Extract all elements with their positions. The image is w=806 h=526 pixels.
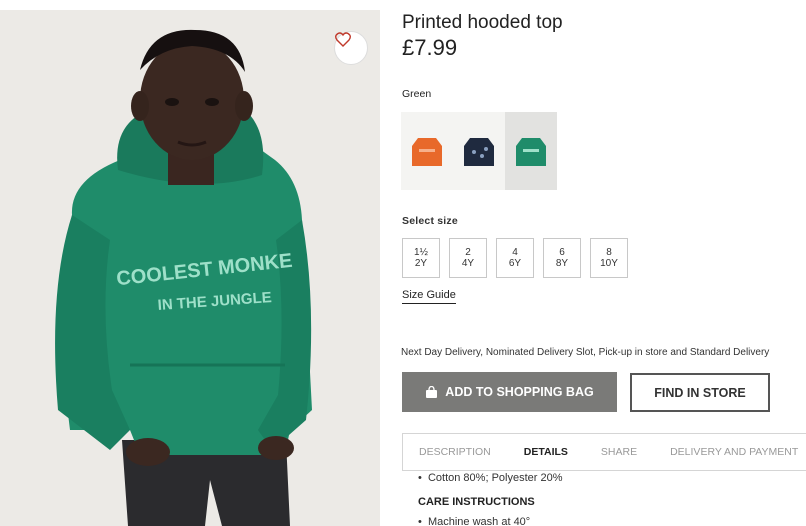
color-swatches [401, 112, 557, 190]
product-info-tabs: DESCRIPTION DETAILS SHARE DELIVERY AND P… [402, 433, 806, 471]
product-image: COOLEST MONKE IN THE JUNGLE [0, 10, 380, 526]
composition-item: • Cotton 80%; Polyester 20% [418, 472, 563, 484]
select-size-label: Select size [402, 215, 458, 227]
size-option[interactable]: 1½ 2Y [402, 238, 440, 278]
add-to-shopping-bag-button[interactable]: ADD TO SHOPPING BAG [402, 372, 617, 412]
child-head [140, 40, 244, 160]
heart-icon [335, 32, 351, 47]
size-option[interactable]: 4 6Y [496, 238, 534, 278]
tab-share[interactable]: SHARE [568, 446, 637, 458]
care-instructions-heading: CARE INSTRUCTIONS [418, 496, 535, 508]
hoodie-thumbnail [412, 138, 442, 166]
size-options: 1½ 2Y 2 4Y 4 6Y 6 8Y 8 10Y [402, 238, 628, 278]
favorite-button[interactable] [334, 31, 368, 65]
product-title: Printed hooded top [402, 12, 563, 33]
delivery-info: Next Day Delivery, Nominated Delivery Sl… [401, 347, 770, 358]
care-item: • Machine wash at 40° [418, 516, 531, 526]
find-in-store-button[interactable]: FIND IN STORE [630, 373, 770, 412]
size-option[interactable]: 2 4Y [449, 238, 487, 278]
size-option[interactable]: 8 10Y [590, 238, 628, 278]
product-price: £7.99 [402, 35, 458, 60]
swatch-navy[interactable] [453, 112, 505, 190]
shopping-bag-icon [426, 386, 438, 398]
product-photo: COOLEST MONKE IN THE JUNGLE [55, 29, 312, 526]
selected-color-name: Green [402, 88, 432, 100]
tab-delivery-and-payment[interactable]: DELIVERY AND PAYMENT [637, 446, 798, 458]
size-option[interactable]: 6 8Y [543, 238, 581, 278]
tab-description[interactable]: DESCRIPTION [403, 446, 491, 458]
swatch-green[interactable] [505, 112, 557, 190]
tab-details[interactable]: DETAILS [491, 446, 568, 458]
size-guide-link[interactable]: Size Guide [402, 289, 456, 304]
hoodie-thumbnail [464, 138, 494, 166]
hoodie-thumbnail [516, 138, 546, 166]
swatch-orange[interactable] [401, 112, 453, 190]
